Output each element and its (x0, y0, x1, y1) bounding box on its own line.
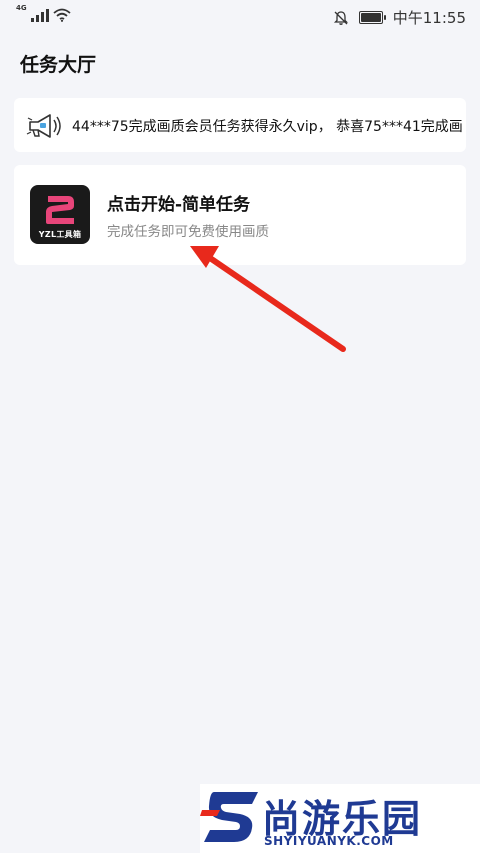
watermark-domain: SHYIYUANYK.COM (264, 834, 394, 848)
red-arrow-annotation (190, 246, 346, 352)
watermark: 尚游乐园 SHYIYUANYK.COM (200, 784, 480, 853)
watermark-logo-icon (200, 792, 258, 842)
